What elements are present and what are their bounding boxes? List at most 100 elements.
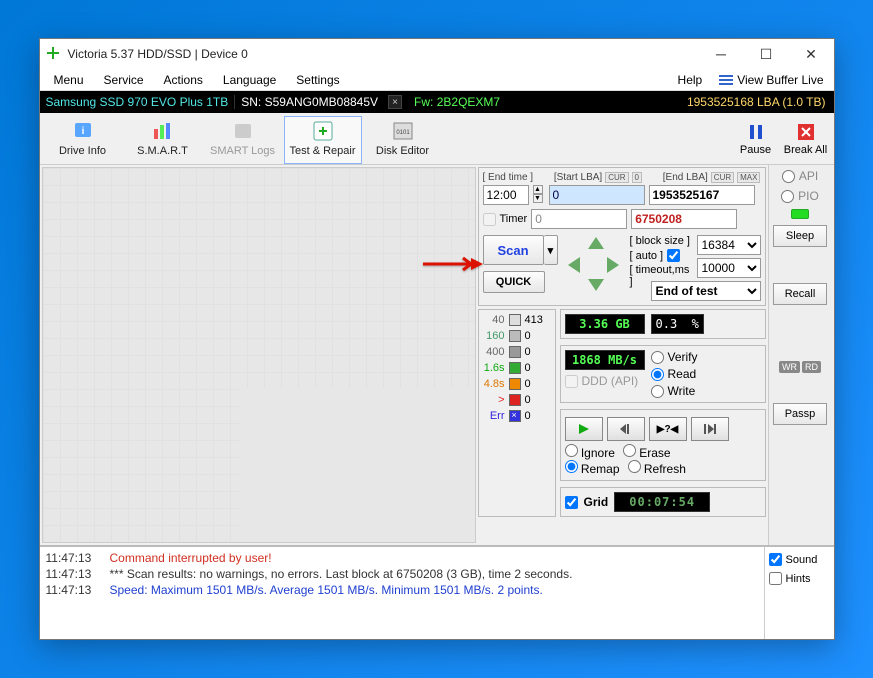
step-back-button[interactable]: [607, 417, 645, 441]
tab-disk-editor[interactable]: 0101 Disk Editor: [364, 116, 442, 164]
menu-service[interactable]: Service: [94, 71, 154, 89]
timing-legend: 40413 1600 4000 1.6s0 4.8s0 >0 Err×0: [478, 309, 556, 517]
disk-editor-icon: 0101: [387, 119, 419, 143]
progress-gb: 3.36 GB: [565, 314, 645, 334]
log-side: Sound Hints: [764, 547, 834, 639]
tab-smart[interactable]: S.M.A.R.T: [124, 116, 202, 164]
stop-icon: [794, 122, 818, 142]
action-remap[interactable]: Remap: [565, 460, 620, 476]
wr-chip: WR: [779, 361, 800, 373]
app-window: Victoria 5.37 HDD/SSD | Device 0 ─ ☐ ✕ M…: [39, 38, 835, 640]
buffer-icon: [718, 74, 734, 86]
grid-label: Grid: [584, 495, 609, 509]
auto-label: [ auto ]: [629, 250, 663, 262]
smart-logs-icon: [227, 119, 259, 143]
pointer-arrow-annotation: [423, 256, 483, 275]
nav-dpad: [566, 235, 621, 293]
serial-number: SN: S59ANG0MB08845V: [235, 95, 384, 109]
timeout-select[interactable]: 10000: [697, 258, 761, 278]
time-down[interactable]: ▼: [533, 194, 543, 203]
end-of-test-select[interactable]: End of test: [651, 281, 761, 301]
step-fwd-button[interactable]: [691, 417, 729, 441]
action-refresh[interactable]: Refresh: [628, 460, 686, 476]
end-lba-max-badge[interactable]: MAX: [737, 172, 760, 183]
end-time-input[interactable]: [483, 185, 529, 205]
end-lba-label: [End LBA]: [663, 172, 708, 183]
start-lba-label: [Start LBA]: [554, 172, 602, 183]
menu-settings[interactable]: Settings: [286, 71, 349, 89]
maximize-button[interactable]: ☐: [744, 40, 789, 68]
log-area: 11:47:13Command interrupted by user! 11:…: [40, 545, 834, 639]
dpad-right[interactable]: [607, 257, 619, 273]
ddd-option: DDD (API): [565, 374, 645, 388]
pause-button[interactable]: Pause: [732, 118, 780, 160]
progress-pct: 0.3 %: [651, 314, 704, 334]
smart-icon: [147, 119, 179, 143]
menu-language[interactable]: Language: [213, 71, 286, 89]
device-name[interactable]: Samsung SSD 970 EVO Plus 1TB: [40, 95, 236, 109]
firmware: Fw: 2B2QEXM7: [406, 95, 508, 109]
test-repair-icon: [307, 119, 339, 143]
close-button[interactable]: ✕: [789, 40, 834, 68]
window-title: Victoria 5.37 HDD/SSD | Device 0: [68, 47, 699, 61]
log-table[interactable]: 11:47:13Command interrupted by user! 11:…: [40, 547, 764, 639]
grid-checkbox[interactable]: [565, 496, 578, 509]
tab-smart-logs[interactable]: SMART Logs: [204, 116, 282, 164]
mode-write[interactable]: Write: [651, 384, 698, 398]
mode-read[interactable]: Read: [651, 367, 698, 381]
hints-checkbox[interactable]: Hints: [769, 572, 830, 585]
pio-radio[interactable]: PIO: [781, 189, 819, 203]
minimize-button[interactable]: ─: [699, 40, 744, 68]
status-led: [791, 209, 809, 219]
sound-checkbox[interactable]: Sound: [769, 553, 830, 566]
current-block-value: [631, 209, 737, 229]
end-time-label: [ End time ]: [483, 172, 534, 183]
start-lba-input[interactable]: [549, 185, 645, 205]
quick-button[interactable]: QUICK: [483, 271, 545, 293]
rd-chip: RD: [802, 361, 821, 373]
auto-checkbox[interactable]: [667, 249, 680, 262]
passp-button[interactable]: Passp: [773, 403, 827, 425]
block-size-select[interactable]: 16384: [697, 235, 761, 255]
log-row: 11:47:13Command interrupted by user!: [46, 551, 758, 565]
end-lba-input[interactable]: [649, 185, 755, 205]
action-erase[interactable]: Erase: [623, 444, 671, 460]
view-buffer-label: View Buffer Live: [737, 73, 823, 87]
scan-dropdown[interactable]: ▾: [544, 235, 559, 265]
start-lba-zero-badge[interactable]: 0: [632, 172, 642, 183]
main-row: [ End time ] [Start LBA]CUR0 [End LBA]CU…: [40, 165, 834, 545]
api-radio[interactable]: API: [782, 169, 818, 183]
timer-checkbox: [483, 213, 496, 226]
play-button[interactable]: [565, 417, 603, 441]
surface-map[interactable]: [42, 167, 476, 543]
time-up[interactable]: ▲: [533, 185, 543, 194]
end-lba-cur-badge[interactable]: CUR: [711, 172, 734, 183]
break-all-button[interactable]: Break All: [782, 118, 830, 160]
scan-button[interactable]: Scan: [483, 235, 544, 265]
svg-text:i: i: [81, 126, 84, 137]
menu-help[interactable]: Help: [668, 71, 713, 89]
tab-test-repair[interactable]: Test & Repair: [284, 116, 362, 164]
start-lba-cur-badge[interactable]: CUR: [605, 172, 628, 183]
side-panel: API PIO Sleep Recall WR RD Passp: [768, 165, 832, 545]
dpad-left[interactable]: [568, 257, 580, 273]
device-bar: Samsung SSD 970 EVO Plus 1TB SN: S59ANG0…: [40, 91, 834, 113]
recall-button[interactable]: Recall: [773, 283, 827, 305]
mode-verify[interactable]: Verify: [651, 350, 698, 364]
dpad-down[interactable]: [588, 279, 604, 291]
log-row: 11:47:13*** Scan results: no warnings, n…: [46, 567, 758, 581]
action-ignore[interactable]: Ignore: [565, 444, 615, 460]
tab-drive-info[interactable]: i Drive Info: [44, 116, 122, 164]
lba-info: 1953525168 LBA (1.0 TB): [679, 95, 834, 109]
menu-actions[interactable]: Actions: [154, 71, 213, 89]
title-bar: Victoria 5.37 HDD/SSD | Device 0 ─ ☐ ✕: [40, 39, 834, 69]
view-buffer-live[interactable]: View Buffer Live: [712, 73, 829, 87]
block-size-label: [ block size ]: [629, 235, 690, 247]
info-icon: i: [67, 119, 99, 143]
scan-controls: [ End time ] [Start LBA]CUR0 [End LBA]CU…: [478, 165, 768, 545]
sleep-button[interactable]: Sleep: [773, 225, 827, 247]
dpad-up[interactable]: [588, 237, 604, 249]
random-button[interactable]: ▶?◀: [649, 417, 687, 441]
clear-sn-button[interactable]: ×: [388, 95, 402, 109]
menu-menu[interactable]: Menu: [44, 71, 94, 89]
